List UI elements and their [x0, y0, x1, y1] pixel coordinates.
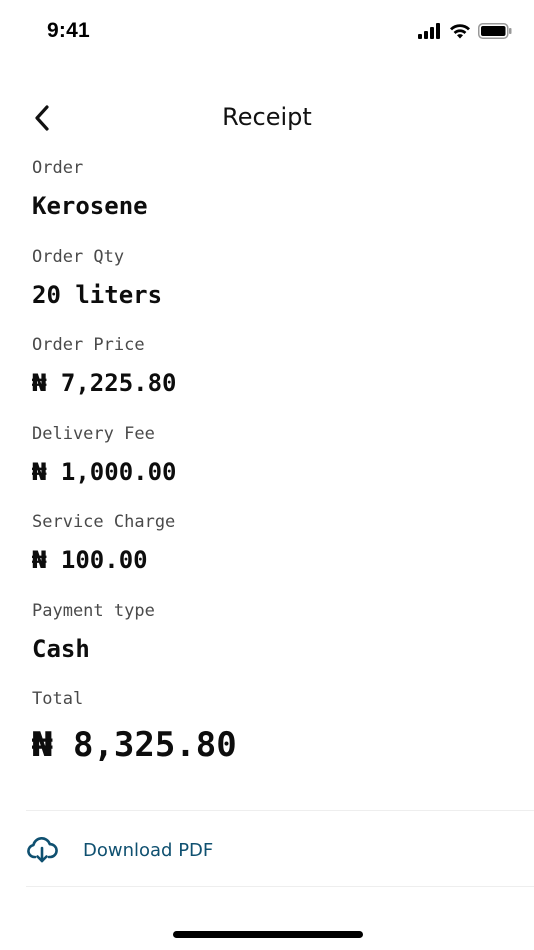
status-time: 9:41: [47, 19, 90, 42]
home-indicator[interactable]: [173, 931, 363, 938]
order-price-label: Order Price: [32, 335, 145, 355]
nav-bar: Receipt: [0, 90, 534, 146]
payment-type-value: Cash: [32, 634, 90, 663]
service-charge-field: Service Charge ₦ 100.00: [32, 508, 512, 597]
order-field: Order Kerosene: [32, 154, 512, 243]
total-value: ₦ 8,325.80: [32, 725, 237, 765]
service-charge-label: Service Charge: [32, 512, 176, 532]
order-price-value: ₦ 7,225.80: [32, 369, 177, 397]
order-label: Order: [32, 158, 84, 178]
download-pdf-button[interactable]: Download PDF: [26, 832, 213, 868]
battery-icon: [478, 23, 512, 43]
delivery-fee-label: Delivery Fee: [32, 423, 155, 444]
status-icons: [418, 22, 512, 44]
divider: [26, 886, 534, 887]
order-qty-field: Order Qty 20 liters: [32, 243, 512, 332]
wifi-icon: [449, 23, 471, 43]
order-price-field: Order Price ₦ 7,225.80: [32, 331, 512, 420]
cloud-download-icon: [26, 837, 58, 863]
cellular-signal-icon: [418, 23, 442, 43]
download-pdf-label: Download PDF: [83, 839, 214, 861]
status-bar: 9:41: [0, 0, 534, 66]
total-field: Total ₦ 8,325.80: [32, 685, 512, 767]
payment-type-field: Payment type Cash: [32, 597, 512, 686]
delivery-fee-field: Delivery Fee ₦ 1,000.00: [32, 420, 512, 509]
order-qty-value: 20 liters: [32, 280, 163, 309]
payment-type-label: Payment type: [32, 600, 155, 621]
page-title: Receipt: [222, 103, 312, 131]
service-charge-value: ₦ 100.00: [32, 546, 148, 574]
order-qty-label: Order Qty: [32, 246, 125, 267]
total-label: Total: [32, 689, 84, 709]
delivery-fee-value: ₦ 1,000.00: [32, 457, 177, 486]
order-value: Kerosene: [32, 192, 148, 220]
divider: [26, 810, 534, 811]
receipt-details: Order Kerosene Order Qty 20 liters Order…: [32, 154, 512, 767]
